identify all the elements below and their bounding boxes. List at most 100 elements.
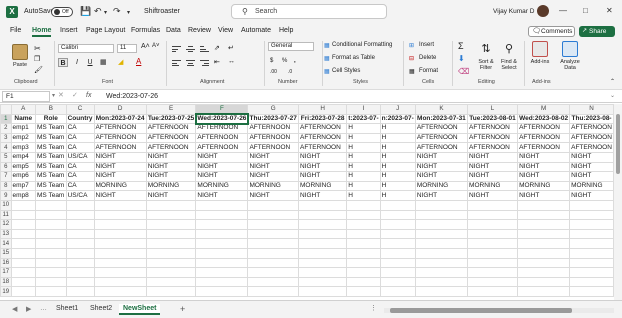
cell[interactable]: Wed:2023-08-02: [517, 113, 571, 125]
cell[interactable]: NIGHT: [145, 161, 197, 173]
cell[interactable]: [517, 199, 571, 211]
cell[interactable]: [247, 247, 299, 259]
cell[interactable]: [467, 267, 519, 278]
cell[interactable]: [467, 228, 519, 240]
cell[interactable]: [379, 199, 416, 211]
cell[interactable]: t:2023-07-: [346, 113, 381, 125]
cell[interactable]: NIGHT: [569, 190, 614, 201]
cell[interactable]: H: [379, 151, 416, 163]
cell[interactable]: [569, 199, 614, 211]
cell[interactable]: [195, 219, 249, 230]
cell[interactable]: [93, 199, 147, 211]
cell[interactable]: [569, 209, 614, 221]
cell[interactable]: H: [379, 180, 416, 192]
cell[interactable]: NIGHT: [517, 161, 571, 173]
cell[interactable]: [35, 219, 67, 230]
cell[interactable]: CA: [65, 171, 95, 182]
percent-format-button[interactable]: %: [282, 58, 287, 64]
close-icon[interactable]: ✕: [606, 6, 613, 15]
formula-input[interactable]: Wed:2023-07-26: [106, 93, 158, 100]
cell[interactable]: [195, 209, 249, 221]
cell[interactable]: [297, 228, 348, 240]
scroll-thumb[interactable]: [616, 114, 620, 174]
orientation-icon[interactable]: ⇗: [214, 44, 220, 52]
column-header-b[interactable]: B: [35, 104, 67, 115]
cell[interactable]: H: [346, 151, 381, 163]
bold-button[interactable]: B: [58, 58, 68, 67]
sort-filter-button[interactable]: ⇅ Sort & Filter: [476, 41, 496, 71]
cell[interactable]: [247, 257, 299, 269]
cell[interactable]: MS Team: [35, 132, 67, 144]
cell[interactable]: CA: [65, 142, 95, 153]
share-button[interactable]: ↗ Share: [579, 26, 615, 37]
cell[interactable]: NIGHT: [247, 151, 299, 163]
row-header[interactable]: 10: [0, 199, 12, 211]
row-header[interactable]: 1: [0, 113, 12, 125]
cell[interactable]: [517, 238, 571, 249]
cell[interactable]: [569, 219, 614, 230]
column-header-m[interactable]: M: [517, 104, 571, 115]
cell[interactable]: Thu:2023-08-: [569, 113, 614, 125]
cell[interactable]: Tue:2023-07-25: [145, 113, 197, 125]
cell[interactable]: [414, 219, 469, 230]
cell[interactable]: [467, 247, 519, 259]
cell[interactable]: [517, 228, 571, 240]
cell[interactable]: [414, 228, 469, 240]
cell[interactable]: [379, 247, 416, 259]
next-sheet-icon[interactable]: ▶: [26, 305, 31, 313]
cell[interactable]: NIGHT: [297, 190, 348, 201]
currency-format-button[interactable]: $: [270, 58, 273, 64]
cell[interactable]: [297, 276, 348, 288]
cell[interactable]: [93, 238, 147, 249]
autosum-icon[interactable]: Σ: [458, 41, 464, 51]
cell[interactable]: [195, 276, 249, 288]
cell[interactable]: [65, 209, 95, 221]
menu-automate[interactable]: Automate: [241, 27, 271, 34]
cell[interactable]: [297, 257, 348, 269]
cell[interactable]: NIGHT: [93, 171, 147, 182]
cell[interactable]: [93, 267, 147, 278]
cell[interactable]: H: [346, 132, 381, 144]
cell[interactable]: [379, 267, 416, 278]
cell[interactable]: Mon:2023-07-24: [93, 113, 147, 125]
cell[interactable]: [247, 267, 299, 278]
delete-cells-button[interactable]: Delete: [419, 55, 436, 61]
horizontal-scrollbar[interactable]: ⋮: [370, 305, 614, 313]
merge-center-icon[interactable]: ↔: [228, 58, 235, 65]
cell[interactable]: AFTERNOON: [195, 142, 249, 153]
fx-icon[interactable]: fx: [86, 92, 91, 99]
cell[interactable]: [379, 286, 416, 297]
cell[interactable]: H: [346, 171, 381, 182]
cell[interactable]: emp4: [10, 151, 37, 163]
cell[interactable]: [195, 199, 249, 211]
cell[interactable]: [467, 199, 519, 211]
cell[interactable]: MS Team: [35, 161, 67, 173]
cell[interactable]: MS Team: [35, 190, 67, 201]
cell[interactable]: [467, 286, 519, 297]
cell[interactable]: AFTERNOON: [247, 142, 299, 153]
cell[interactable]: CA: [65, 123, 95, 134]
row-header[interactable]: 2: [0, 123, 12, 134]
cell[interactable]: NIGHT: [414, 161, 469, 173]
vertical-scrollbar[interactable]: [614, 104, 622, 300]
cell[interactable]: [346, 276, 381, 288]
cell[interactable]: NIGHT: [93, 151, 147, 163]
menu-help[interactable]: Help: [279, 27, 293, 34]
cell[interactable]: [195, 247, 249, 259]
cell[interactable]: H: [379, 161, 416, 173]
menu-data[interactable]: Data: [166, 27, 181, 34]
cell[interactable]: AFTERNOON: [247, 123, 299, 134]
cell[interactable]: [35, 199, 67, 211]
cell[interactable]: NIGHT: [247, 161, 299, 173]
cell[interactable]: [467, 238, 519, 249]
cell[interactable]: AFTERNOON: [93, 142, 147, 153]
cell[interactable]: [145, 267, 197, 278]
cell[interactable]: [247, 199, 299, 211]
cell[interactable]: [65, 267, 95, 278]
cell[interactable]: NIGHT: [414, 171, 469, 182]
user-name[interactable]: Vijay Kumar D: [493, 8, 534, 15]
search-input[interactable]: ⚲ Search: [231, 4, 387, 19]
cell[interactable]: [414, 276, 469, 288]
cell[interactable]: H: [346, 190, 381, 201]
increase-font-icon[interactable]: A˄: [141, 43, 150, 50]
